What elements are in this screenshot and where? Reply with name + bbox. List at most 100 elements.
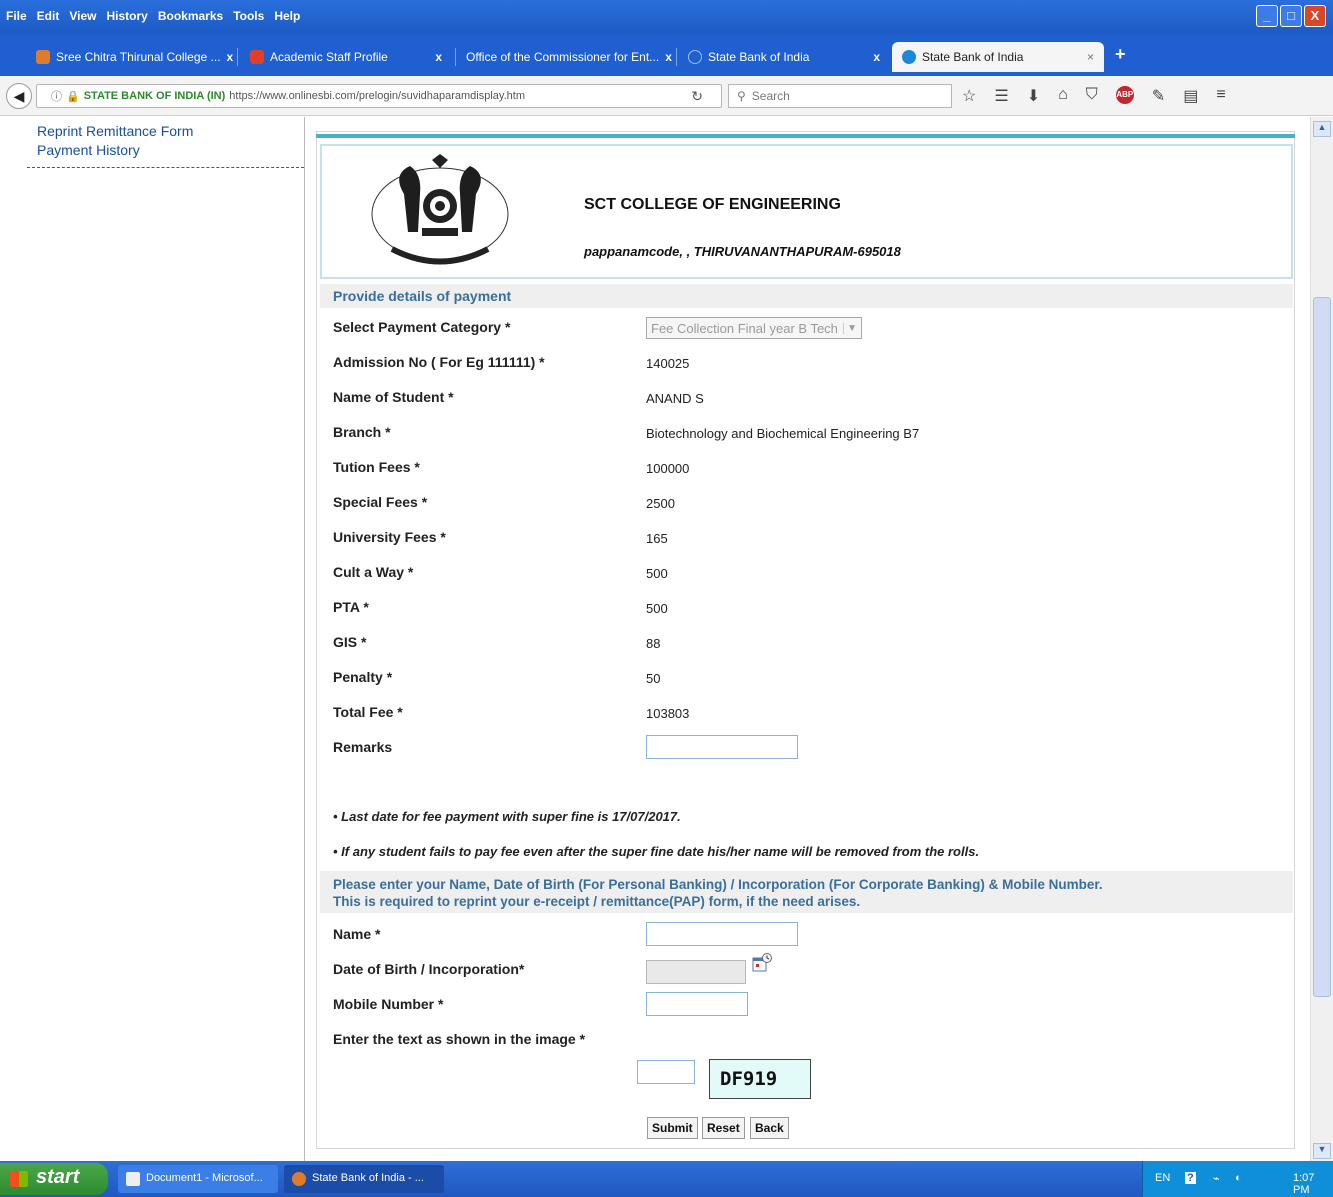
site-identity: STATE BANK OF INDIA (IN) — [83, 90, 226, 102]
tab-sbi-active[interactable]: State Bank of India × — [892, 42, 1104, 72]
close-window-button[interactable]: X — [1304, 5, 1326, 27]
overflow-menu-icon[interactable]: ≡ — [1216, 86, 1225, 106]
gis-value: 88 — [646, 636, 661, 651]
personal-section-line1: Please enter your Name, Date of Birth (F… — [333, 877, 1103, 892]
college-header: SCT COLLEGE OF ENGINEERING pappanamcode,… — [320, 144, 1293, 279]
help-icon[interactable]: ? — [1185, 1172, 1196, 1184]
dob-input[interactable] — [646, 960, 746, 984]
student-name-value: ANAND S — [646, 391, 704, 406]
payment-section-heading: Provide details of payment — [320, 284, 1293, 308]
taskbar-item-word[interactable]: Document1 - Microsof... — [118, 1165, 278, 1193]
home-icon[interactable]: ⌂ — [1058, 86, 1068, 106]
remarks-input[interactable] — [646, 735, 798, 759]
url-text[interactable]: https://www.onlinesbi.com/prelogin/suvid… — [229, 90, 525, 102]
taskbar-item-firefox[interactable]: State Bank of India - ... — [284, 1165, 444, 1193]
close-tab-icon[interactable]: x — [435, 50, 442, 64]
scroll-up-icon[interactable]: ▲ — [1313, 121, 1331, 137]
note-last-date: • Last date for fee payment with super f… — [333, 809, 681, 824]
payment-category-value: Fee Collection Final year B Tech — [651, 320, 838, 336]
menu-item-edit[interactable]: Edit — [37, 9, 60, 23]
penalty-value: 50 — [646, 671, 661, 686]
address-bar[interactable]: ⓘ 🔒 STATE BANK OF INDIA (IN) https://www… — [36, 84, 722, 108]
personal-section-heading: Please enter your Name, Date of Birth (F… — [320, 871, 1293, 913]
name-input[interactable] — [646, 922, 798, 946]
menu-item-file[interactable]: File — [6, 9, 27, 23]
total-fee-value: 103803 — [646, 706, 690, 721]
tab-label: Academic Staff Profile — [270, 50, 388, 64]
menu-item-view[interactable]: View — [69, 9, 96, 23]
network-icon[interactable]: ⌁ — [1213, 1172, 1220, 1185]
menu-item-help[interactable]: Help — [274, 9, 300, 23]
tab-label: Office of the Commissioner for Ent... — [466, 50, 660, 64]
college-address: pappanamcode, , THIRUVANANTHAPURAM-69501… — [584, 244, 901, 259]
payment-history-link[interactable]: Payment History — [37, 142, 140, 158]
close-tab-icon[interactable]: x — [227, 50, 234, 64]
university-fees-label: University Fees * — [333, 529, 446, 545]
extension-icon[interactable]: ✎ — [1152, 86, 1165, 106]
sbi-favicon-icon — [902, 50, 916, 64]
captcha-label: Enter the text as shown in the image * — [333, 1031, 586, 1047]
tab-academic-staff[interactable]: Academic Staff Profile x — [240, 42, 452, 72]
branch-label: Branch * — [333, 424, 391, 440]
search-icon: ⚲ — [737, 89, 746, 103]
university-fees-value: 165 — [646, 531, 668, 546]
page-scrollbar[interactable]: ▲ ▼ — [1310, 117, 1333, 1161]
browser-menubar: File Edit View History Bookmarks Tools Help _ … — [0, 0, 1333, 34]
close-tab-icon[interactable]: × — [1087, 50, 1094, 64]
tab-sbi-1[interactable]: State Bank of India x — [678, 42, 890, 72]
back-button-form[interactable]: Back — [750, 1117, 789, 1139]
pocket-icon[interactable]: ⛉ — [1086, 86, 1098, 106]
minimize-button[interactable]: _ — [1256, 5, 1278, 27]
penalty-label: Penalty * — [333, 669, 393, 685]
reset-button[interactable]: Reset — [702, 1117, 745, 1139]
bookmark-star-icon[interactable]: ☆ — [962, 86, 976, 106]
start-button[interactable]: start — [0, 1163, 108, 1195]
scroll-down-icon[interactable]: ▼ — [1313, 1143, 1331, 1159]
note-last-date-text: Last date for fee payment with super fin… — [341, 809, 681, 824]
tution-fees-label: Tution Fees * — [333, 459, 420, 475]
cult-a-way-value: 500 — [646, 566, 668, 581]
special-fees-value: 2500 — [646, 496, 675, 511]
branch-value: Biotechnology and Biochemical Engineerin… — [646, 426, 920, 441]
menu-item-tools[interactable]: Tools — [233, 9, 264, 23]
header-accent-line — [316, 134, 1295, 138]
search-input[interactable]: ⚲ Search — [728, 84, 952, 108]
sidebar-divider — [27, 167, 304, 168]
tab-sree-chitra[interactable]: Sree Chitra Thirunal College ... x — [26, 42, 234, 72]
captcha-image: DF919 — [709, 1059, 811, 1099]
firefox-icon — [292, 1172, 306, 1186]
reprint-remittance-link[interactable]: Reprint Remittance Form — [37, 123, 193, 139]
calendar-icon[interactable] — [752, 953, 772, 973]
tab-favicon-icon — [688, 50, 702, 64]
taskbar-item-label: Document1 - Microsof... — [146, 1172, 263, 1184]
back-button[interactable]: ◀ — [6, 83, 32, 109]
language-indicator[interactable]: EN — [1155, 1172, 1170, 1184]
menu-item-bookmarks[interactable]: Bookmarks — [158, 9, 223, 23]
adblock-icon[interactable]: ABP — [1115, 86, 1134, 104]
download-icon[interactable]: ⬇ — [1027, 86, 1040, 106]
gis-label: GIS * — [333, 634, 367, 650]
pta-value: 500 — [646, 601, 668, 616]
student-name-label: Name of Student * — [333, 389, 454, 405]
toolbar-icons: ☆ ☰ ⬇ ⌂ ⛉ ABP ✎ ▤ ≡ — [962, 86, 1226, 106]
name-label: Name * — [333, 926, 381, 942]
reading-list-icon[interactable]: ☰ — [994, 86, 1008, 106]
scroll-thumb[interactable] — [1313, 297, 1331, 997]
new-tab-button[interactable]: + — [1115, 44, 1126, 65]
close-tab-icon[interactable]: x — [665, 50, 672, 64]
mobile-input[interactable] — [646, 992, 748, 1016]
reload-icon[interactable]: ↻ — [691, 88, 703, 105]
payment-category-select: Fee Collection Final year B Tech ▼ — [646, 317, 862, 339]
menu-item-history[interactable]: History — [106, 9, 147, 23]
tab-commissioner[interactable]: Office of the Commissioner for Ent... x — [456, 42, 674, 72]
main-content: SCT COLLEGE OF ENGINEERING pappanamcode,… — [306, 117, 1310, 1161]
info-icon[interactable]: ⓘ — [51, 88, 62, 104]
maximize-button[interactable]: □ — [1280, 5, 1302, 27]
clipboard-icon[interactable]: ▤ — [1183, 86, 1198, 106]
volume-icon[interactable]: ◐ — [1235, 1172, 1242, 1184]
captcha-input[interactable] — [637, 1060, 695, 1084]
close-tab-icon[interactable]: x — [873, 50, 880, 64]
submit-button[interactable]: Submit — [647, 1117, 698, 1139]
chevron-down-icon: ▼ — [843, 322, 857, 334]
admission-no-value: 140025 — [646, 356, 690, 371]
